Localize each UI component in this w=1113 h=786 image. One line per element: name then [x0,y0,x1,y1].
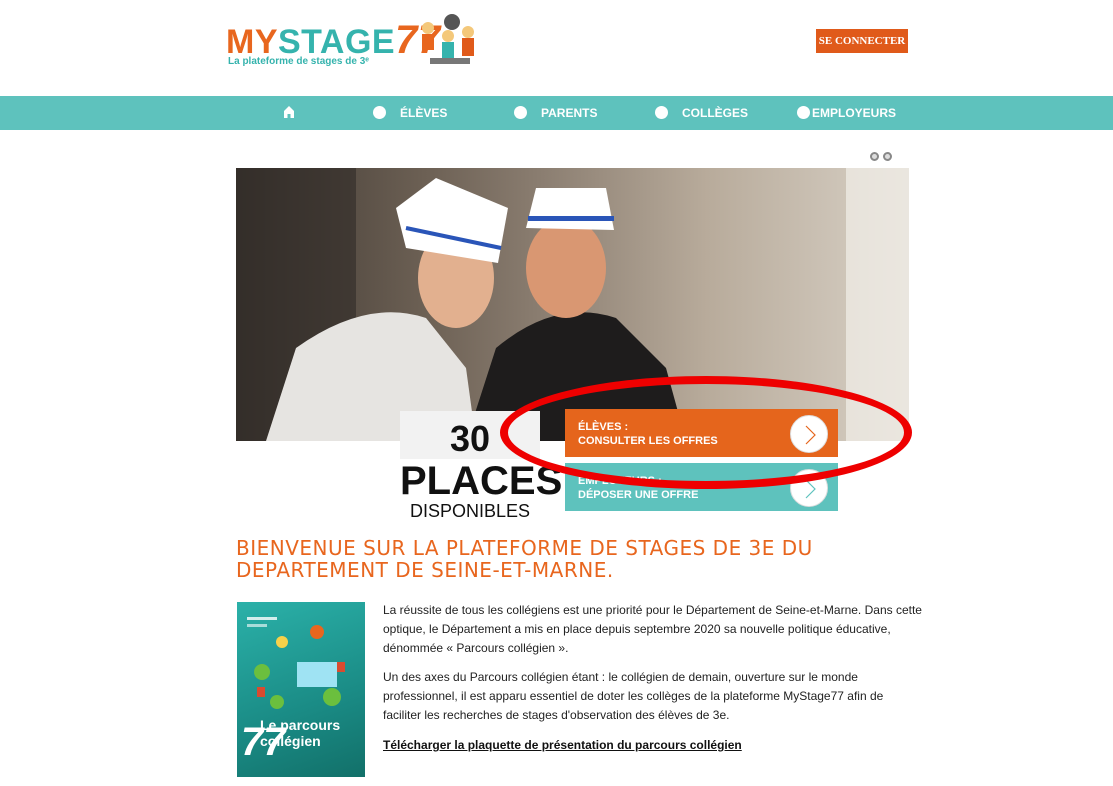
parcours-brochure-cover[interactable]: 77 Le parcours collégien [237,602,365,777]
bullet-icon [373,106,386,120]
bullet-icon [797,106,810,120]
arrow-right-icon [790,469,828,507]
nav-item-eleves[interactable]: ÉLÈVES [373,96,447,130]
students-browse-offers-button[interactable]: ÉLÈVES : CONSULTER LES OFFRES [565,409,838,457]
axes-paragraph: Un des axes du Parcours collégien étant … [383,670,884,722]
arrow-right-icon [790,415,828,453]
welcome-title: BIENVENUE SUR LA PLATEFORME DE STAGES DE… [236,536,813,582]
places-count: 30 [400,411,540,459]
bullet-icon [514,106,527,120]
brochure-title: Le parcours collégien [260,717,341,749]
employers-post-offer-button[interactable]: EMPLOYEURS : DÉPOSER UNE OFFRE [565,463,838,511]
download-brochure-link[interactable]: Télécharger la plaquette de présentation… [383,738,742,752]
mystage77-logo[interactable]: MYSTAGE77 La plateforme de stages de 3ᵉ [222,10,492,76]
bullet-icon [655,106,668,120]
logo-tagline: La plateforme de stages de 3ᵉ [228,56,370,67]
chefs-photo [236,168,909,441]
hero-image [236,168,909,441]
nav-item-parents[interactable]: PARENTS [514,96,597,130]
slide-dot[interactable] [883,152,892,161]
nav-item-employeurs[interactable]: EMPLOYEURS [797,96,896,130]
slide-dot[interactable] [870,152,879,161]
slider-pagination [870,148,896,166]
available-places: 30 PLACES DISPONIBLES [400,411,563,521]
login-button[interactable]: SE CONNECTER [816,29,908,53]
main-nav: ÉLÈVES PARENTS COLLÈGES EMPLOYEURS [0,96,1113,130]
intro-paragraph: La réussite de tous les collégiens est u… [383,603,922,655]
places-label: PLACES [400,459,563,503]
lego-figures-illustration [422,14,474,64]
home-icon[interactable] [283,105,295,119]
nav-item-colleges[interactable]: COLLÈGES [655,96,748,130]
places-sublabel: DISPONIBLES [409,501,531,521]
